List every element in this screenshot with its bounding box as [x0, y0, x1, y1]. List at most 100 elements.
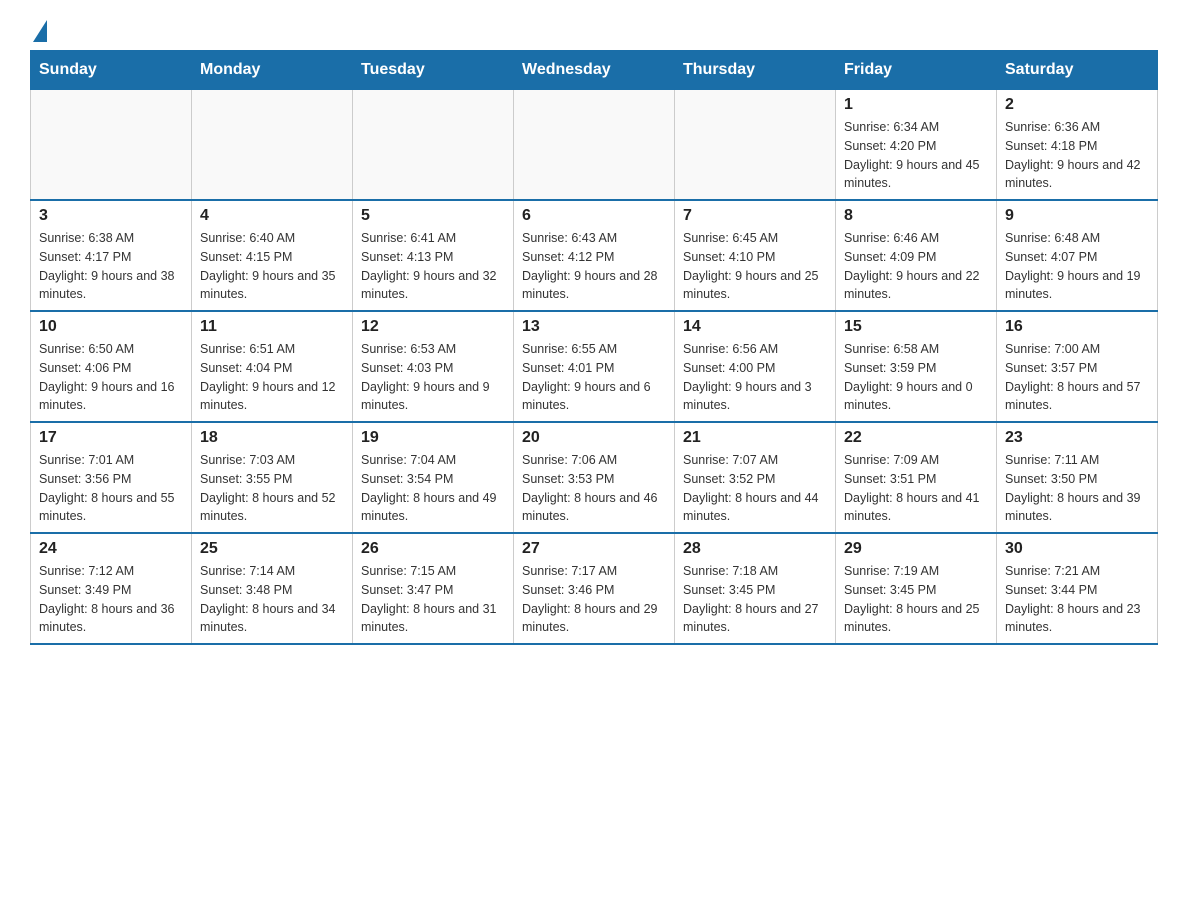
- calendar-cell: 16 Sunrise: 7:00 AMSunset: 3:57 PMDayligh…: [997, 311, 1158, 422]
- calendar-cell: 20Sunrise: 7:06 AMSunset: 3:53 PMDayligh…: [514, 422, 675, 533]
- day-info: Sunrise: 6:50 AMSunset: 4:06 PMDaylight:…: [39, 340, 183, 415]
- calendar-cell: 24 Sunrise: 7:12 AMSunset: 3:49 PMDayligh…: [31, 533, 192, 644]
- day-number: 23: [1005, 429, 1149, 447]
- day-info: Sunrise: 6:45 AMSunset: 4:10 PMDaylight:…: [683, 229, 827, 304]
- day-number: 10: [39, 318, 183, 336]
- day-number: 24: [39, 540, 183, 558]
- day-info: Sunrise: 7:18 AMSunset: 3:45 PMDaylight:…: [683, 562, 827, 637]
- calendar-cell: 29 Sunrise: 7:19 AMSunset: 3:45 PMDayligh…: [836, 533, 997, 644]
- calendar-cell: [353, 90, 514, 201]
- calendar-header-row: SundayMondayTuesdayWednesdayThursdayFrid…: [31, 51, 1158, 90]
- day-info: Sunrise: 7:15 AMSunset: 3:47 PMDaylight:…: [361, 562, 505, 637]
- calendar-cell: 5 Sunrise: 6:41 AMSunset: 4:13 PMDaylight…: [353, 200, 514, 311]
- calendar-table: SundayMondayTuesdayWednesdayThursdayFrid…: [30, 50, 1158, 645]
- day-info: Sunrise: 7:00 AMSunset: 3:57 PMDaylight:…: [1005, 340, 1149, 415]
- day-info: Sunrise: 6:38 AMSunset: 4:17 PMDaylight:…: [39, 229, 183, 304]
- calendar-week-row: 17 Sunrise: 7:01 AMSunset: 3:56 PMDayligh…: [31, 422, 1158, 533]
- weekday-header-monday: Monday: [192, 51, 353, 90]
- day-number: 13: [522, 318, 666, 336]
- day-info: Sunrise: 7:01 AMSunset: 3:56 PMDaylight:…: [39, 451, 183, 526]
- calendar-cell: 21 Sunrise: 7:07 AMSunset: 3:52 PMDayligh…: [675, 422, 836, 533]
- calendar-cell: 18Sunrise: 7:03 AMSunset: 3:55 PMDayligh…: [192, 422, 353, 533]
- calendar-week-row: 3Sunrise: 6:38 AMSunset: 4:17 PMDaylight…: [31, 200, 1158, 311]
- calendar-cell: [514, 90, 675, 201]
- day-info: Sunrise: 6:58 AMSunset: 3:59 PMDaylight:…: [844, 340, 988, 415]
- day-info: Sunrise: 6:41 AMSunset: 4:13 PMDaylight:…: [361, 229, 505, 304]
- day-info: Sunrise: 6:51 AMSunset: 4:04 PMDaylight:…: [200, 340, 344, 415]
- calendar-cell: 14 Sunrise: 6:56 AMSunset: 4:00 PMDayligh…: [675, 311, 836, 422]
- day-info: Sunrise: 6:40 AMSunset: 4:15 PMDaylight:…: [200, 229, 344, 304]
- calendar-cell: 10 Sunrise: 6:50 AMSunset: 4:06 PMDayligh…: [31, 311, 192, 422]
- calendar-cell: 3Sunrise: 6:38 AMSunset: 4:17 PMDaylight…: [31, 200, 192, 311]
- weekday-header-sunday: Sunday: [31, 51, 192, 90]
- page-header: [30, 20, 1158, 40]
- day-info: Sunrise: 7:21 AMSunset: 3:44 PMDaylight:…: [1005, 562, 1149, 637]
- weekday-header-friday: Friday: [836, 51, 997, 90]
- day-number: 20: [522, 429, 666, 447]
- weekday-header-tuesday: Tuesday: [353, 51, 514, 90]
- day-info: Sunrise: 6:34 AMSunset: 4:20 PMDaylight:…: [844, 118, 988, 193]
- calendar-cell: 25 Sunrise: 7:14 AMSunset: 3:48 PMDayligh…: [192, 533, 353, 644]
- calendar-cell: 30 Sunrise: 7:21 AMSunset: 3:44 PMDayligh…: [997, 533, 1158, 644]
- day-number: 16: [1005, 318, 1149, 336]
- calendar-week-row: 24 Sunrise: 7:12 AMSunset: 3:49 PMDayligh…: [31, 533, 1158, 644]
- weekday-header-wednesday: Wednesday: [514, 51, 675, 90]
- day-number: 14: [683, 318, 827, 336]
- day-number: 25: [200, 540, 344, 558]
- day-info: Sunrise: 7:03 AMSunset: 3:55 PMDaylight:…: [200, 451, 344, 526]
- day-number: 2: [1005, 96, 1149, 114]
- calendar-cell: 12Sunrise: 6:53 AMSunset: 4:03 PMDayligh…: [353, 311, 514, 422]
- day-info: Sunrise: 7:07 AMSunset: 3:52 PMDaylight:…: [683, 451, 827, 526]
- calendar-cell: 17 Sunrise: 7:01 AMSunset: 3:56 PMDayligh…: [31, 422, 192, 533]
- calendar-cell: 22 Sunrise: 7:09 AMSunset: 3:51 PMDayligh…: [836, 422, 997, 533]
- day-number: 17: [39, 429, 183, 447]
- calendar-cell: 8 Sunrise: 6:46 AMSunset: 4:09 PMDaylight…: [836, 200, 997, 311]
- day-number: 19: [361, 429, 505, 447]
- logo: [30, 20, 47, 40]
- calendar-cell: [675, 90, 836, 201]
- day-number: 21: [683, 429, 827, 447]
- day-info: Sunrise: 6:48 AMSunset: 4:07 PMDaylight:…: [1005, 229, 1149, 304]
- day-number: 5: [361, 207, 505, 225]
- weekday-header-thursday: Thursday: [675, 51, 836, 90]
- day-number: 8: [844, 207, 988, 225]
- day-info: Sunrise: 7:09 AMSunset: 3:51 PMDaylight:…: [844, 451, 988, 526]
- calendar-cell: 6 Sunrise: 6:43 AMSunset: 4:12 PMDaylight…: [514, 200, 675, 311]
- day-info: Sunrise: 6:36 AMSunset: 4:18 PMDaylight:…: [1005, 118, 1149, 193]
- calendar-cell: [31, 90, 192, 201]
- day-number: 28: [683, 540, 827, 558]
- calendar-cell: 9 Sunrise: 6:48 AMSunset: 4:07 PMDaylight…: [997, 200, 1158, 311]
- calendar-cell: 23 Sunrise: 7:11 AMSunset: 3:50 PMDayligh…: [997, 422, 1158, 533]
- day-number: 27: [522, 540, 666, 558]
- day-number: 22: [844, 429, 988, 447]
- calendar-week-row: 1Sunrise: 6:34 AMSunset: 4:20 PMDaylight…: [31, 90, 1158, 201]
- calendar-cell: [192, 90, 353, 201]
- calendar-cell: 26 Sunrise: 7:15 AMSunset: 3:47 PMDayligh…: [353, 533, 514, 644]
- day-number: 29: [844, 540, 988, 558]
- day-info: Sunrise: 6:56 AMSunset: 4:00 PMDaylight:…: [683, 340, 827, 415]
- day-info: Sunrise: 7:11 AMSunset: 3:50 PMDaylight:…: [1005, 451, 1149, 526]
- calendar-cell: 2 Sunrise: 6:36 AMSunset: 4:18 PMDaylight…: [997, 90, 1158, 201]
- calendar-cell: 27 Sunrise: 7:17 AMSunset: 3:46 PMDayligh…: [514, 533, 675, 644]
- day-info: Sunrise: 7:14 AMSunset: 3:48 PMDaylight:…: [200, 562, 344, 637]
- calendar-cell: 11 Sunrise: 6:51 AMSunset: 4:04 PMDayligh…: [192, 311, 353, 422]
- day-info: Sunrise: 7:04 AMSunset: 3:54 PMDaylight:…: [361, 451, 505, 526]
- day-number: 6: [522, 207, 666, 225]
- day-number: 30: [1005, 540, 1149, 558]
- calendar-cell: 4 Sunrise: 6:40 AMSunset: 4:15 PMDaylight…: [192, 200, 353, 311]
- day-number: 9: [1005, 207, 1149, 225]
- day-number: 12: [361, 318, 505, 336]
- calendar-cell: 15Sunrise: 6:58 AMSunset: 3:59 PMDayligh…: [836, 311, 997, 422]
- calendar-cell: 7 Sunrise: 6:45 AMSunset: 4:10 PMDaylight…: [675, 200, 836, 311]
- day-info: Sunrise: 6:46 AMSunset: 4:09 PMDaylight:…: [844, 229, 988, 304]
- logo-triangle-icon: [33, 20, 47, 42]
- day-info: Sunrise: 7:17 AMSunset: 3:46 PMDaylight:…: [522, 562, 666, 637]
- day-info: Sunrise: 7:12 AMSunset: 3:49 PMDaylight:…: [39, 562, 183, 637]
- day-number: 11: [200, 318, 344, 336]
- day-info: Sunrise: 7:19 AMSunset: 3:45 PMDaylight:…: [844, 562, 988, 637]
- day-info: Sunrise: 6:55 AMSunset: 4:01 PMDaylight:…: [522, 340, 666, 415]
- day-info: Sunrise: 6:43 AMSunset: 4:12 PMDaylight:…: [522, 229, 666, 304]
- day-number: 26: [361, 540, 505, 558]
- day-number: 7: [683, 207, 827, 225]
- day-number: 4: [200, 207, 344, 225]
